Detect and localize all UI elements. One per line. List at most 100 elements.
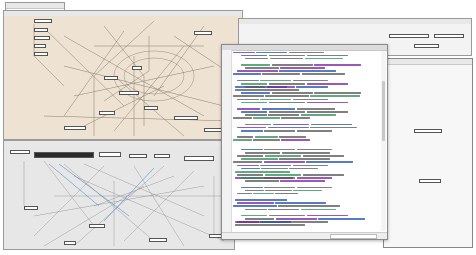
- code-token: [245, 189, 264, 192]
- code-token: [275, 192, 299, 195]
- patch-object[interactable]: [132, 66, 142, 70]
- code-editor-window[interactable]: [221, 44, 388, 240]
- code-token: [241, 54, 268, 57]
- patch-object[interactable]: [34, 152, 94, 158]
- code-token: [281, 152, 330, 154]
- code-token: [310, 95, 361, 98]
- patch-object[interactable]: [389, 34, 429, 38]
- code-token: [306, 54, 348, 57]
- code-token: [280, 67, 326, 69]
- patch-object[interactable]: [194, 31, 212, 35]
- code-token: [296, 177, 332, 179]
- patch-object[interactable]: [34, 52, 48, 56]
- mini-toolbar-titlebar[interactable]: [6, 3, 64, 9]
- code-token: [265, 95, 309, 98]
- patch-object[interactable]: [64, 241, 76, 245]
- code-token: [233, 205, 277, 207]
- patch-object[interactable]: [34, 19, 52, 23]
- code-token: [267, 126, 309, 129]
- patch-object[interactable]: [154, 154, 170, 158]
- code-token: [302, 173, 344, 176]
- code-token: [265, 189, 292, 192]
- code-token: [260, 221, 292, 223]
- scroll-thumb[interactable]: [382, 81, 385, 141]
- main-patch-canvas[interactable]: [4, 16, 242, 139]
- patch-object[interactable]: [10, 150, 30, 154]
- bottom-patch-cords: [23, 160, 225, 247]
- patch-object[interactable]: [99, 152, 121, 157]
- patch-object[interactable]: [174, 116, 198, 120]
- code-line[interactable]: [233, 217, 379, 220]
- code-line[interactable]: [233, 64, 379, 67]
- code-token: [264, 177, 296, 179]
- patch-object[interactable]: [434, 34, 464, 38]
- code-token: [237, 221, 259, 223]
- code-token: [314, 64, 361, 66]
- code-token: [271, 64, 313, 66]
- code-token: [272, 123, 310, 126]
- patch-object[interactable]: [144, 106, 158, 110]
- patch-object[interactable]: [149, 238, 167, 242]
- code-token: [275, 217, 317, 220]
- patch-object[interactable]: [99, 111, 115, 115]
- code-token: [256, 51, 288, 54]
- code-token: [268, 214, 306, 217]
- code-token: [314, 92, 361, 94]
- code-token: [306, 82, 348, 85]
- patch-object[interactable]: [64, 126, 86, 130]
- code-token: [263, 161, 305, 164]
- patch-object[interactable]: [419, 179, 441, 183]
- code-token: [278, 205, 340, 207]
- code-token: [260, 164, 292, 167]
- code-token: [245, 114, 267, 116]
- code-token: [234, 171, 290, 173]
- patch-object[interactable]: [89, 224, 105, 228]
- code-token: [304, 57, 343, 60]
- code-token: [241, 82, 268, 85]
- code-token: [253, 139, 280, 142]
- code-token: [237, 192, 252, 195]
- code-token: [245, 180, 279, 182]
- code-token: [264, 148, 296, 151]
- code-text-area[interactable]: [233, 51, 379, 231]
- code-token: [260, 79, 292, 82]
- patch-object[interactable]: [184, 156, 214, 161]
- patch-object[interactable]: [119, 91, 139, 95]
- code-token: [296, 148, 332, 151]
- patch-object[interactable]: [34, 28, 48, 32]
- code-token: [237, 108, 261, 110]
- patch-object[interactable]: [104, 76, 118, 80]
- code-token: [306, 214, 348, 217]
- right-lower-titlebar[interactable]: [384, 59, 472, 65]
- patch-object[interactable]: [24, 206, 38, 210]
- bottom-patch-window[interactable]: [3, 140, 235, 250]
- patch-object[interactable]: [129, 154, 147, 158]
- bottom-patch-canvas[interactable]: [4, 146, 234, 249]
- code-token: [292, 164, 328, 167]
- patch-object[interactable]: [34, 36, 50, 40]
- code-token: [292, 98, 328, 101]
- code-token: [288, 51, 324, 54]
- code-token: [241, 64, 271, 66]
- code-token: [301, 73, 346, 76]
- patch-object[interactable]: [34, 44, 46, 48]
- main-patch-window[interactable]: [3, 10, 243, 140]
- code-token: [268, 208, 300, 211]
- code-token: [268, 101, 306, 104]
- code-token: [293, 189, 323, 192]
- code-token: [237, 164, 259, 167]
- code-token: [300, 114, 336, 116]
- code-token: [237, 136, 254, 138]
- code-token: [241, 158, 278, 160]
- code-token: [253, 192, 274, 195]
- code-token: [234, 199, 288, 201]
- code-token: [233, 51, 255, 54]
- right-lower-panel[interactable]: [383, 58, 473, 248]
- vertical-scrollbar[interactable]: [381, 51, 386, 231]
- patch-object[interactable]: [414, 44, 439, 48]
- code-token: [306, 101, 348, 104]
- code-token: [237, 155, 264, 157]
- status-field[interactable]: [330, 234, 377, 239]
- patch-object[interactable]: [414, 129, 442, 133]
- code-token: [241, 177, 263, 179]
